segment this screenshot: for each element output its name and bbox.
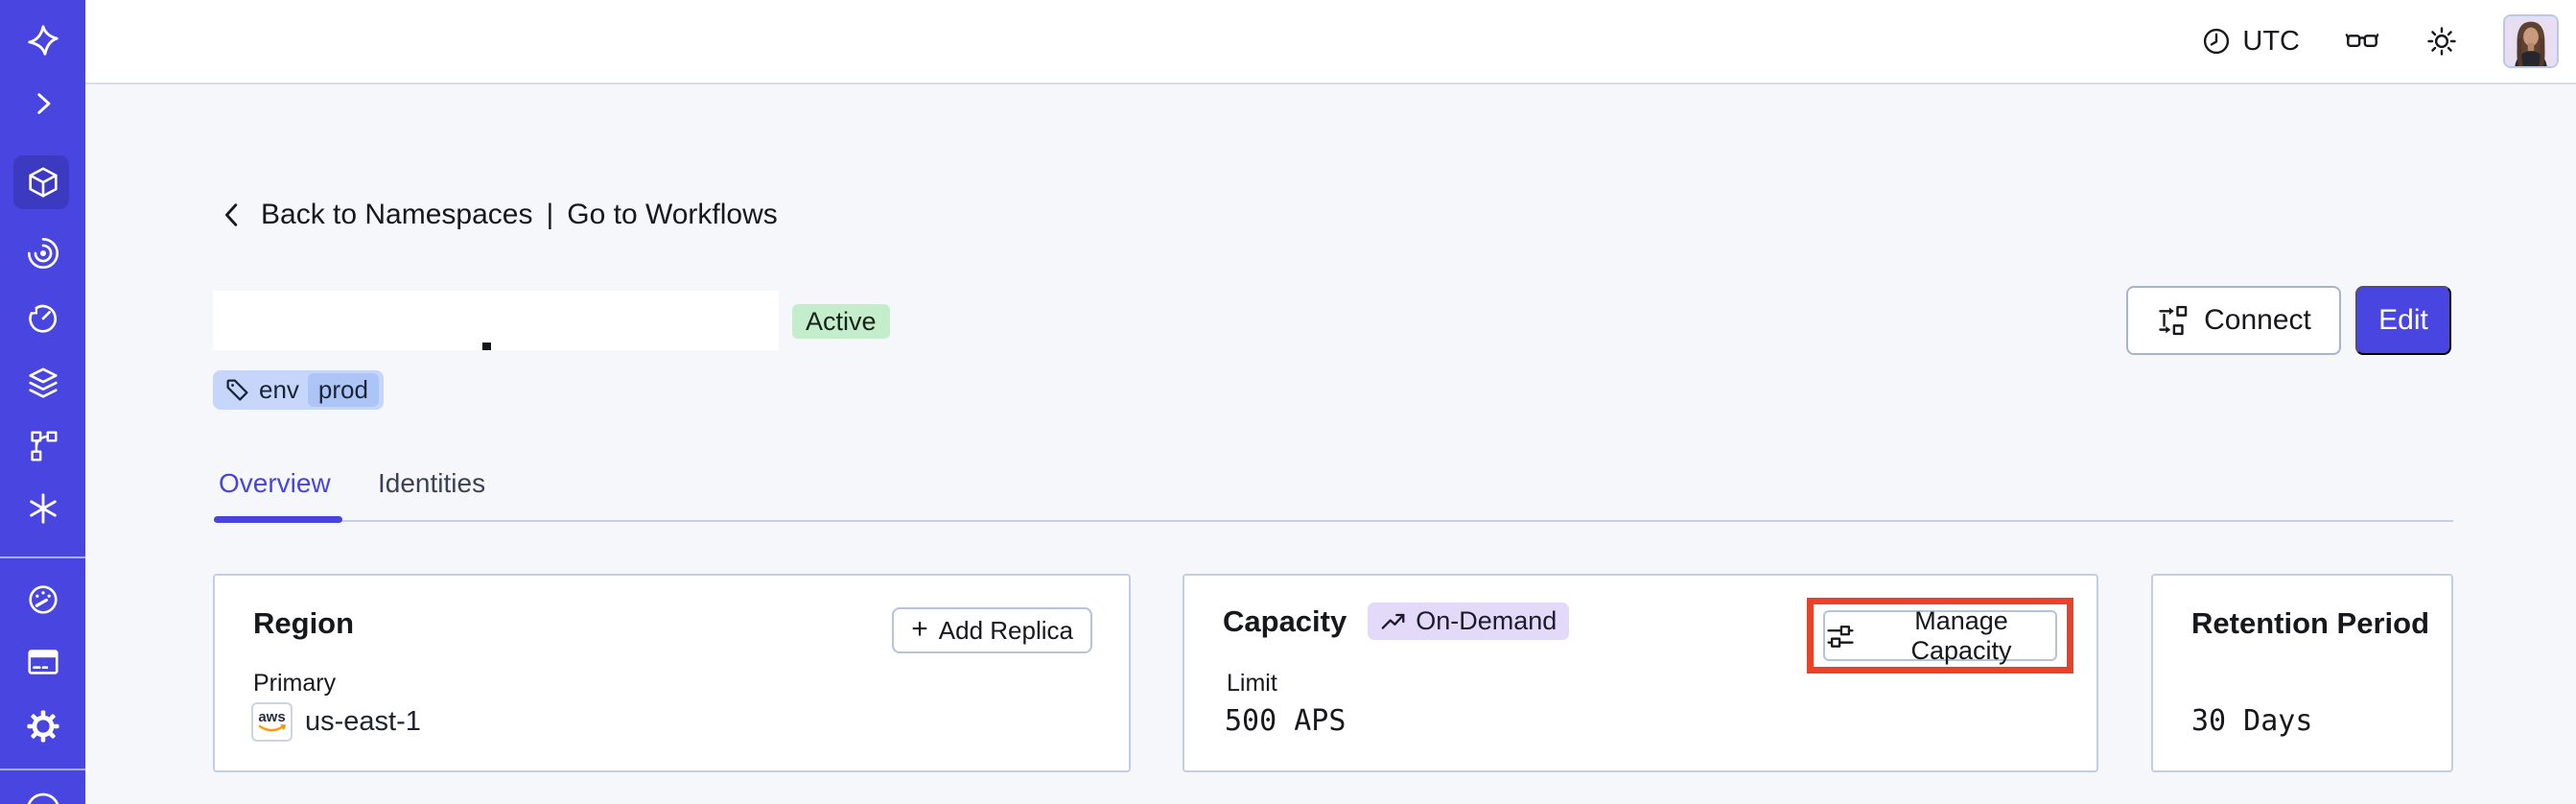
sidebar-divider xyxy=(0,556,85,558)
tag-icon xyxy=(224,377,250,403)
namespace-tag: env prod xyxy=(213,370,384,410)
connect-button[interactable]: Connect xyxy=(2126,286,2341,355)
capacity-card: Capacity On-Demand Manage Capacity Limit… xyxy=(1183,574,2098,772)
on-demand-label: On-Demand xyxy=(1416,606,1557,635)
capacity-title-row: Capacity On-Demand xyxy=(1223,603,1570,640)
sidebar xyxy=(0,0,85,804)
tag-key-label: env xyxy=(259,375,299,404)
add-replica-label: Add Replica xyxy=(938,615,1073,645)
sidebar-item-billing-card-icon[interactable] xyxy=(0,643,85,681)
namespace-title-redacted xyxy=(213,291,779,350)
region-card-title: Region xyxy=(253,606,355,640)
app-root: UTC Back to Namespaces | Go to Workflows… xyxy=(0,0,2576,804)
sidebar-item-workflows-spiral-icon[interactable] xyxy=(0,234,85,272)
sidebar-divider xyxy=(0,769,85,770)
sidebar-item-namespaces-cube-icon[interactable] xyxy=(0,163,85,201)
tag-value-label: prod xyxy=(307,373,379,407)
labs-glasses-icon[interactable] xyxy=(2344,23,2380,59)
region-card: Region + Add Replica Primary aws us-east… xyxy=(213,574,1131,772)
sidebar-item-deployments-branch-icon[interactable] xyxy=(0,427,85,465)
namespace-title-text-remnant xyxy=(482,343,491,350)
timezone-label: UTC xyxy=(2242,25,2300,57)
retention-card-title: Retention Period xyxy=(2191,606,2430,640)
breadcrumb-workflows-link[interactable]: Go to Workflows xyxy=(567,199,778,231)
breadcrumb-back-link[interactable]: Back to Namespaces xyxy=(261,199,532,231)
annotation-highlight-box: Manage Capacity xyxy=(1807,598,2073,674)
manage-capacity-button[interactable]: Manage Capacity xyxy=(1823,606,2057,665)
limit-label: Limit xyxy=(1227,670,1277,697)
active-tab-underline xyxy=(214,516,342,523)
breadcrumb: Back to Namespaces | Go to Workflows xyxy=(219,196,778,234)
connect-button-label: Connect xyxy=(2204,304,2311,336)
retention-value: 30 Days xyxy=(2191,704,2313,738)
sliders-icon xyxy=(1825,621,1856,651)
theme-toggle-sun-icon[interactable] xyxy=(2424,24,2459,59)
sidebar-item-usage-gauge-icon[interactable] xyxy=(0,580,85,619)
trend-up-icon xyxy=(1380,608,1407,635)
topbar: UTC xyxy=(85,0,2576,84)
tabs-divider-line xyxy=(214,520,2453,522)
tab-identities[interactable]: Identities xyxy=(378,468,485,499)
edit-button[interactable]: Edit xyxy=(2355,286,2451,355)
on-demand-badge: On-Demand xyxy=(1368,603,1570,640)
connect-flow-icon xyxy=(2156,303,2190,338)
sidebar-item-schedules-timer-icon[interactable] xyxy=(0,299,85,338)
sidebar-item-batch-layers-icon[interactable] xyxy=(0,365,85,403)
edit-button-label: Edit xyxy=(2378,304,2428,336)
sidebar-item-support-globe-icon[interactable] xyxy=(0,787,85,804)
status-badge: Active xyxy=(792,304,890,339)
temporal-logo-icon[interactable] xyxy=(0,21,85,59)
sidebar-expand-chevron-right-icon[interactable] xyxy=(0,84,85,123)
region-value: us-east-1 xyxy=(305,706,421,737)
tab-overview[interactable]: Overview xyxy=(219,468,331,499)
user-avatar[interactable] xyxy=(2503,14,2559,68)
plus-icon: + xyxy=(911,612,928,645)
breadcrumb-separator: | xyxy=(546,199,554,230)
chevron-left-icon xyxy=(219,201,247,229)
sidebar-item-nexus-asterisk-icon[interactable] xyxy=(0,489,85,528)
manage-capacity-label: Manage Capacity xyxy=(1910,605,2012,665)
aws-logo-icon: aws xyxy=(251,702,293,742)
retention-card: Retention Period 30 Days xyxy=(2151,574,2453,772)
sidebar-item-settings-gear-icon[interactable] xyxy=(0,707,85,745)
capacity-card-title: Capacity xyxy=(1223,603,1347,638)
add-replica-button[interactable]: + Add Replica xyxy=(892,607,1092,653)
capacity-limit-value: 500 APS xyxy=(1225,704,1347,738)
region-value-row: aws us-east-1 xyxy=(251,702,421,742)
primary-label: Primary xyxy=(253,670,337,697)
timezone-selector[interactable]: UTC xyxy=(2200,25,2300,58)
clock-icon xyxy=(2200,25,2233,58)
